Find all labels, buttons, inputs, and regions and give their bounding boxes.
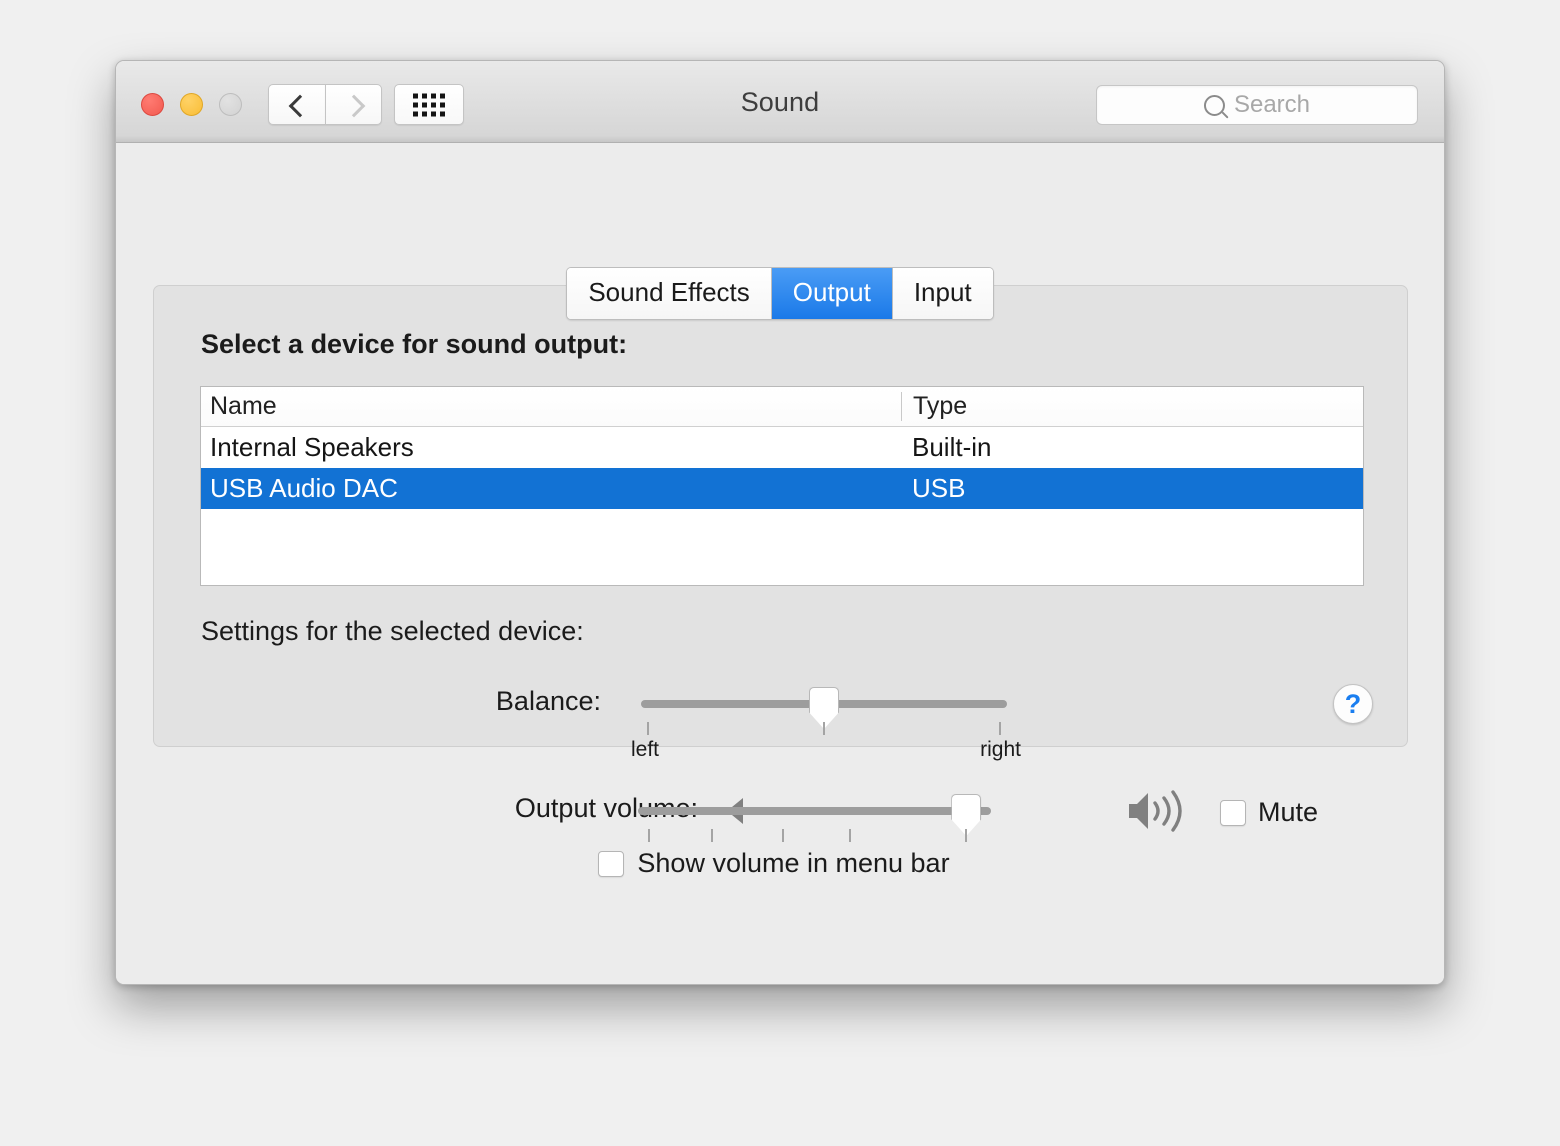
window-titlebar: Sound Search [116,61,1444,143]
mute-control[interactable]: Mute [1220,797,1318,828]
table-row[interactable]: USB Audio DAC USB [201,468,1363,509]
search-icon [1203,94,1225,116]
select-device-label: Select a device for sound output: [201,329,628,359]
window-content: Select a device for sound output: Name T… [116,143,1444,984]
show-volume-menubar-row: Show volume in menu bar [116,848,1444,879]
device-name: USB Audio DAC [210,473,398,503]
tab-group: Sound Effects Output Input [566,267,994,320]
balance-slider-ticks [641,722,1007,736]
help-button[interactable]: ? [1333,684,1373,724]
device-name: Internal Speakers [210,432,414,462]
mute-checkbox[interactable] [1220,799,1246,826]
column-header-name[interactable]: Name [201,392,901,421]
sound-preferences-window: Sound Search Select a device for sound o… [115,60,1445,985]
output-volume-row: Output volume: Mute [116,781,1444,842]
output-volume-ticks [638,829,991,843]
tab-input[interactable]: Input [892,268,993,319]
table-row[interactable]: Internal Speakers Built-in [201,427,1363,468]
tab-bar: Sound Effects Output Input [116,267,1444,320]
tab-output[interactable]: Output [771,268,893,319]
search-placeholder: Search [1233,91,1311,118]
settings-label: Settings for the selected device: [201,616,584,646]
device-type: USB [912,473,966,503]
show-volume-menubar-label: Show volume in menu bar [637,848,950,878]
device-type: Built-in [912,432,992,462]
show-volume-menubar-control[interactable]: Show volume in menu bar [598,848,950,879]
search-field-inner: Search [1203,91,1311,119]
show-volume-menubar-checkbox[interactable] [598,850,625,877]
tab-sound-effects[interactable]: Sound Effects [567,268,772,319]
balance-left-label: left [631,738,660,761]
speaker-high-icon [1126,787,1198,840]
mute-label: Mute [1258,797,1319,827]
device-table[interactable]: Name Type Internal Speakers Built-in USB… [200,386,1364,586]
output-volume-track[interactable] [638,807,991,815]
output-settings-panel: Select a device for sound output: Name T… [153,285,1408,761]
column-header-type[interactable]: Type [901,392,1363,421]
balance-label: Balance: [495,686,601,716]
balance-right-label: right [980,738,1021,761]
search-field[interactable]: Search [1096,85,1418,125]
balance-slider[interactable]: left right [631,687,1021,761]
table-header-row: Name Type [201,387,1363,427]
output-volume-slider[interactable] [638,794,991,842]
